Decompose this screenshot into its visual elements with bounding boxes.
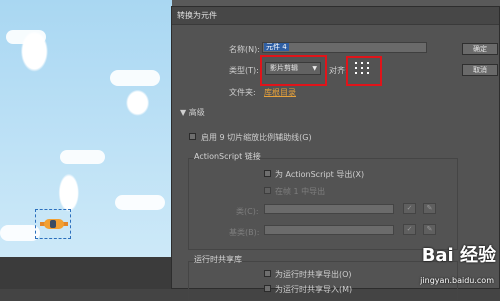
baidu-logo: Bai 经验 <box>421 245 496 266</box>
selected-airplane-graphic[interactable] <box>35 209 71 239</box>
align-label: 对齐: <box>329 66 348 75</box>
export-runtime-checkbox[interactable] <box>264 270 271 277</box>
export-frame1-label: 在帧 1 中导出 <box>275 187 326 196</box>
name-input[interactable]: 元件 4 <box>262 42 427 53</box>
highlight-box-align <box>346 56 382 86</box>
edit-pencil-icon[interactable]: ✎ <box>423 203 436 214</box>
folder-link[interactable]: 库根目录 <box>264 87 296 98</box>
export-actionscript-label: 为 ActionScript 导出(X) <box>275 170 365 179</box>
check-icon[interactable]: ✓ <box>403 224 416 235</box>
cancel-button[interactable]: 取消 <box>462 64 498 76</box>
stage-canvas[interactable] <box>0 0 172 257</box>
type-label: 类型(T): <box>229 66 259 75</box>
dialog-title: 转换为元件 <box>172 7 499 25</box>
export-actionscript-checkbox[interactable] <box>264 170 271 177</box>
cloud <box>115 195 165 210</box>
cloud <box>0 225 40 241</box>
export-frame1-checkbox[interactable] <box>264 187 271 194</box>
check-icon[interactable]: ✓ <box>403 203 416 214</box>
advanced-label: 高级 <box>188 108 205 117</box>
export-runtime-label: 为运行时共享导出(O) <box>275 270 352 279</box>
class-input[interactable] <box>264 204 394 214</box>
plane-cockpit <box>50 220 56 228</box>
nine-slice-label: 启用 9 切片缩放比例辅助线(G) <box>201 133 312 142</box>
stage-pasteboard <box>0 257 172 289</box>
actionscript-group-title: ActionScript 链接 <box>194 152 261 161</box>
advanced-toggle[interactable]: ▼ 高级 <box>180 107 205 118</box>
folder-label: 文件夹: <box>229 88 256 97</box>
ok-button[interactable]: 确定 <box>462 43 498 55</box>
cloud <box>110 70 160 86</box>
class-label: 类(C): <box>236 207 259 216</box>
base-class-label: 基类(B): <box>229 228 260 237</box>
baidu-watermark: Bai 经验 jingyan.baidu.com <box>400 241 496 285</box>
import-runtime-label: 为运行时共享导入(M) <box>275 285 353 294</box>
name-label: 名称(N): <box>229 45 260 54</box>
watermark-url: jingyan.baidu.com <box>420 276 494 285</box>
cloud <box>6 30 46 44</box>
cloud <box>60 150 105 164</box>
triangle-down-icon: ▼ <box>180 108 187 117</box>
runtime-group-title: 运行时共享库 <box>194 255 242 264</box>
base-class-input[interactable] <box>264 225 394 235</box>
highlight-box-type <box>260 55 327 86</box>
edit-pencil-icon[interactable]: ✎ <box>423 224 436 235</box>
name-value: 元件 4 <box>264 43 289 51</box>
nine-slice-checkbox[interactable] <box>189 133 196 140</box>
